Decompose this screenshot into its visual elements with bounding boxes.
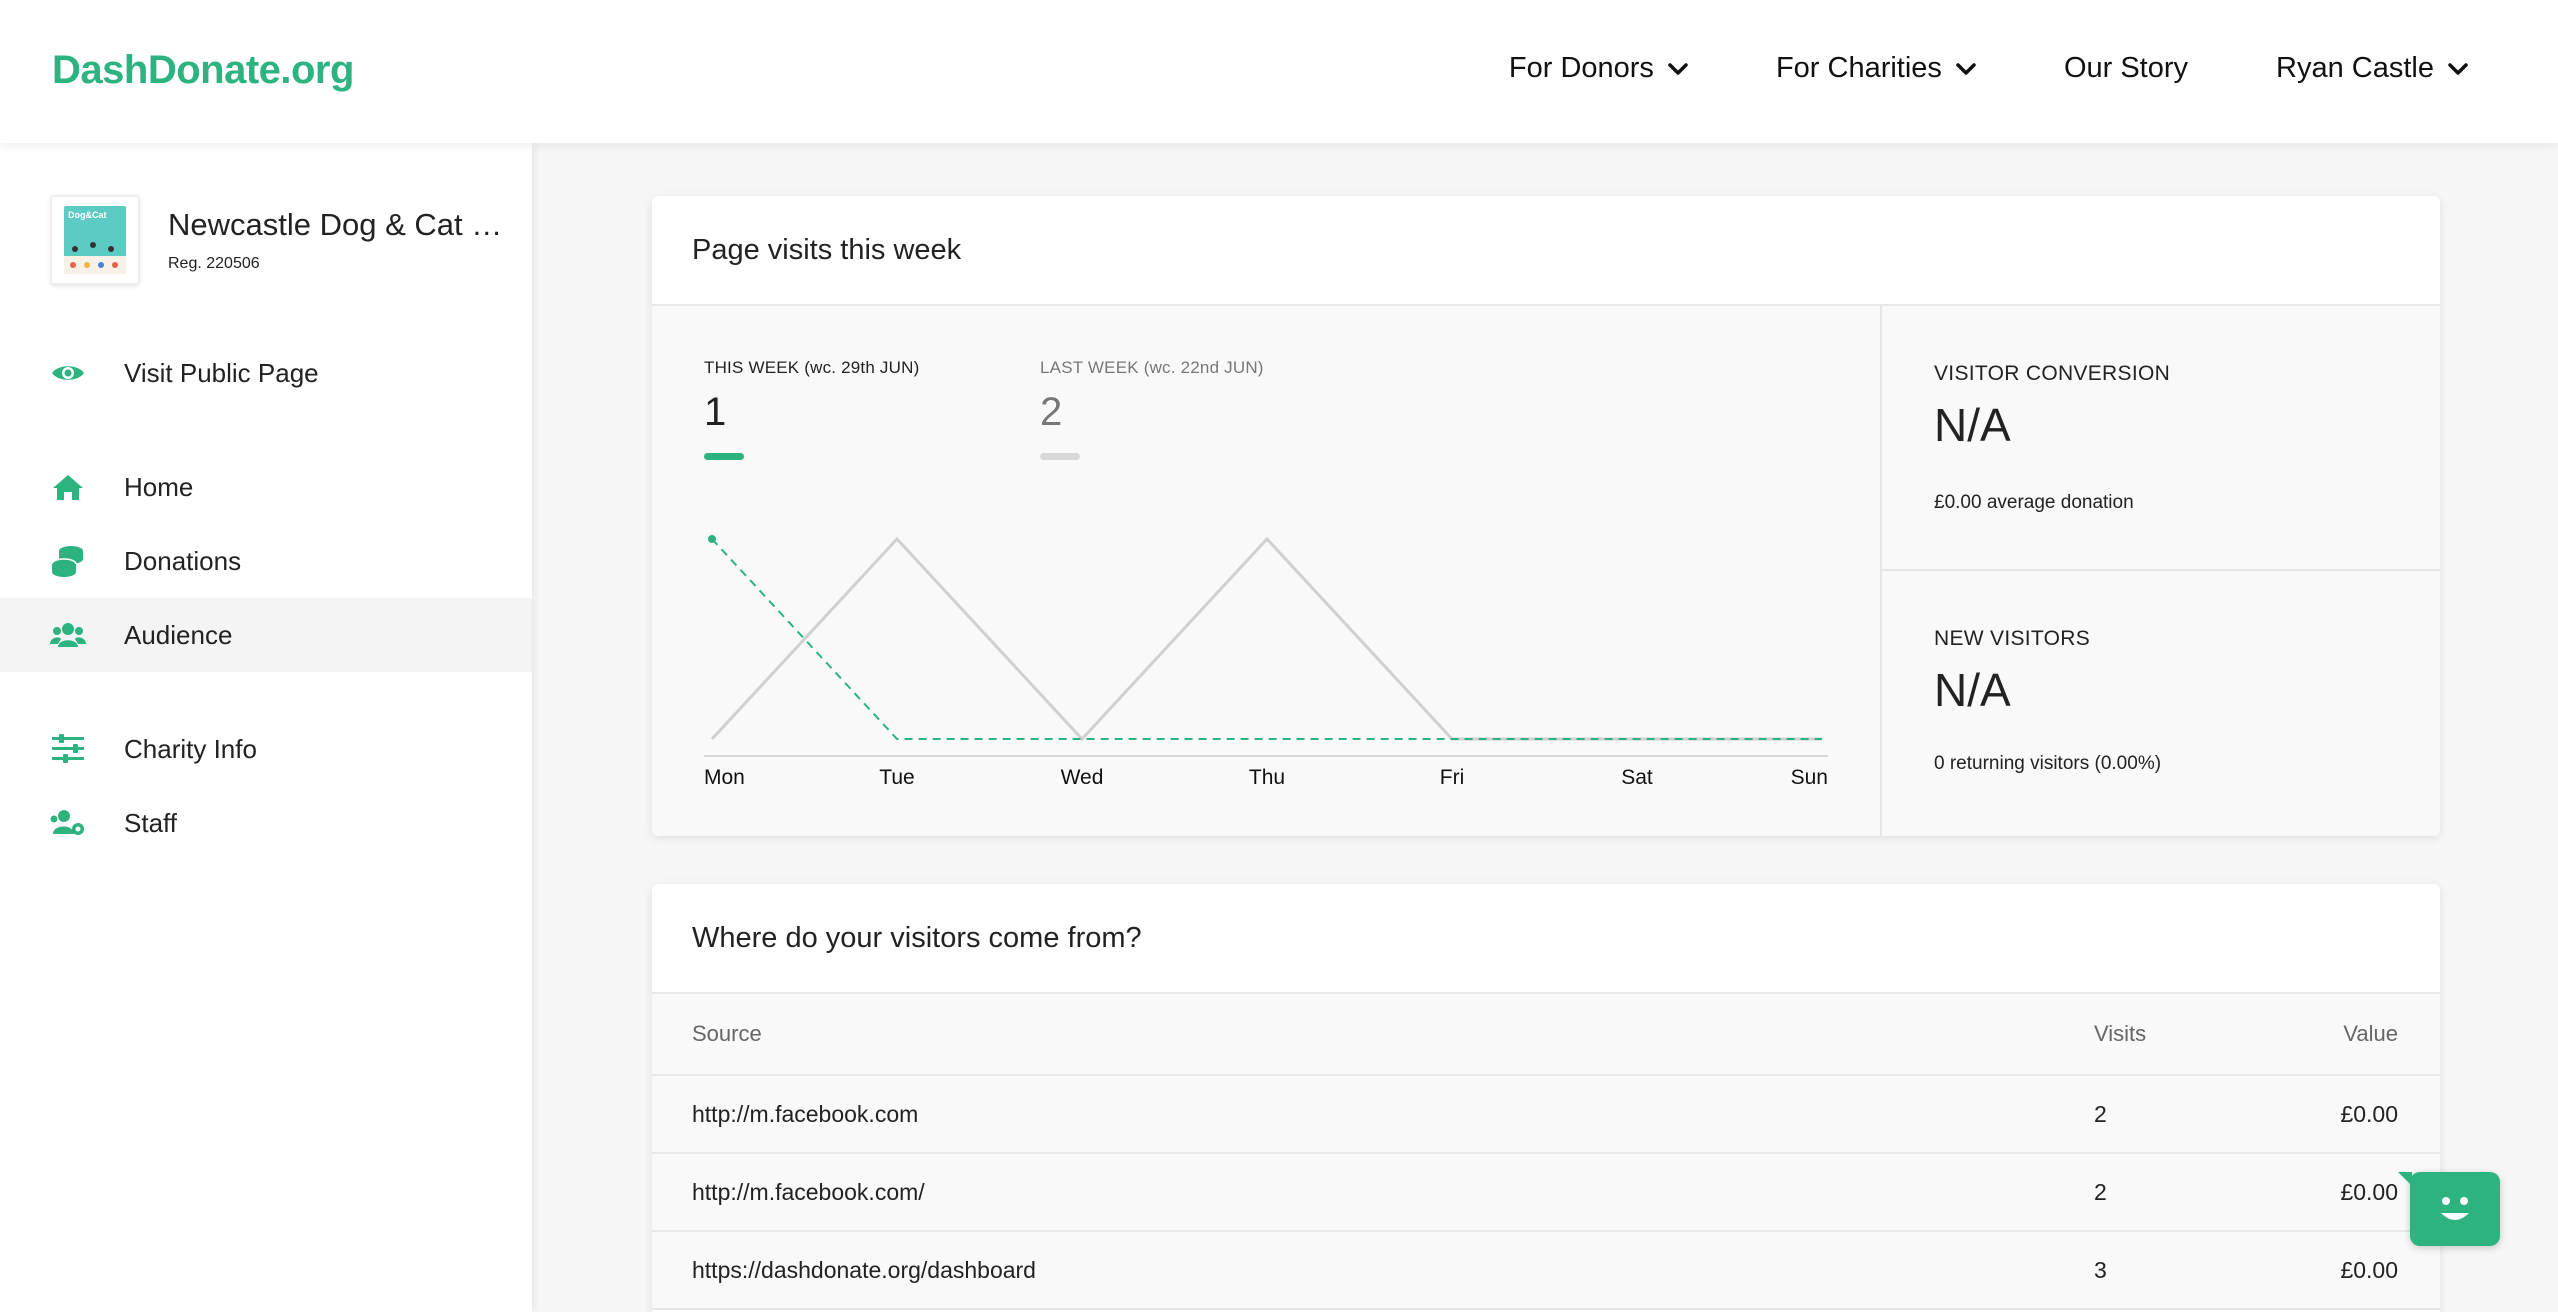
sidebar-item-label: Audience: [124, 619, 233, 650]
source-url: http://m.facebook.com/: [692, 1178, 925, 1205]
page-visits-card: Page visits this week THIS WEEK (wc. 29t…: [652, 196, 2440, 836]
sidebar-item-label: Visit Public Page: [124, 357, 319, 388]
nav-for-charities[interactable]: For Charities: [1776, 52, 1976, 85]
sidebar-item-label: Home: [124, 471, 194, 502]
nav-for-donors[interactable]: For Donors: [1509, 52, 1688, 85]
sidebar: Dog&Cat Newcastle Dog & Cat … Reg. 22050…: [0, 143, 532, 1312]
visitor-sources-card: Where do your visitors come from? Source…: [652, 884, 2440, 1312]
sidebar-item-charity-info[interactable]: Charity Info: [0, 712, 532, 786]
x-tick-label: Thu: [1249, 766, 1285, 789]
chevron-down-icon: [1956, 62, 1976, 75]
new-visitors-value: N/A: [1934, 664, 2011, 716]
column-header-source: Source: [692, 1021, 762, 1046]
main-nav: For Donors For Charities Our Story Ryan …: [1421, 52, 2468, 85]
visits-line-chart: Mon Tue Wed Thu Fri Sat Sun: [704, 535, 1828, 789]
home-icon: [50, 469, 86, 505]
visitor-conversion-block: VISITOR CONVERSION N/A £0.00 average don…: [1882, 306, 2440, 571]
sidebar-item-audience[interactable]: Audience: [0, 598, 532, 672]
charity-logo: Dog&Cat: [50, 195, 140, 285]
smiley-chat-icon: [2441, 1197, 2469, 1220]
visitor-stats: VISITOR CONVERSION N/A £0.00 average don…: [1880, 306, 2440, 836]
sources-table: Source Visits Value http://m.facebook.co…: [652, 994, 2440, 1310]
nav-user-name: Ryan Castle: [2276, 52, 2434, 84]
sidebar-item-label: Donations: [124, 545, 242, 576]
nav-our-story-label: Our Story: [2063, 52, 2189, 84]
users-cog-icon: [50, 805, 86, 841]
table-row: http://m.facebook.com 2 £0.00: [652, 1076, 2440, 1154]
returning-visitors-text: 0 returning visitors (0.00%): [1934, 753, 2162, 774]
visitor-conversion-label: VISITOR CONVERSION: [1934, 362, 2171, 385]
charity-reg-number: Reg. 220506: [168, 255, 260, 272]
nav-for-donors-label: For Donors: [1508, 52, 1654, 84]
eye-icon: [50, 355, 86, 391]
site-logo[interactable]: DashDonate.org: [52, 48, 354, 93]
new-visitors-label: NEW VISITORS: [1934, 627, 2091, 650]
sidebar-item-home[interactable]: Home: [0, 450, 532, 524]
column-header-value: Value: [2343, 1021, 2398, 1046]
visitor-conversion-value: N/A: [1934, 399, 2011, 451]
source-visits: 2: [2094, 1100, 2107, 1127]
nav-our-story[interactable]: Our Story: [2064, 52, 2188, 85]
table-row: https://dashdonate.org/dashboard 3 £0.00: [652, 1232, 2440, 1310]
source-visits: 2: [2094, 1178, 2107, 1205]
charity-header: Dog&Cat Newcastle Dog & Cat … Reg. 22050…: [50, 195, 502, 285]
series-line-this-week: [711, 538, 1822, 740]
top-navbar: DashDonate.org For Donors For Charities …: [0, 0, 2558, 143]
sidebar-item-staff[interactable]: Staff: [0, 786, 532, 860]
source-url: http://m.facebook.com: [692, 1100, 919, 1127]
average-donation-text: £0.00 average donation: [1934, 492, 2134, 513]
source-visits: 3: [2094, 1256, 2107, 1283]
column-header-visits: Visits: [2094, 1021, 2147, 1046]
sidebar-item-label: Staff: [124, 807, 178, 838]
x-tick-label: Sun: [1791, 766, 1828, 789]
coins-icon: [50, 543, 86, 579]
x-tick-label: Tue: [879, 766, 914, 789]
series-line-last-week: [710, 536, 1822, 742]
users-icon: [50, 617, 86, 653]
page-visits-title: Page visits this week: [652, 196, 2440, 306]
sliders-icon: [50, 731, 86, 767]
sidebar-item-donations[interactable]: Donations: [0, 524, 532, 598]
chevron-down-icon: [1668, 62, 1688, 75]
charity-logo-text: Dog&Cat: [68, 210, 107, 220]
chat-widget-button[interactable]: [2398, 1172, 2500, 1246]
source-value: £0.00: [2340, 1100, 2398, 1127]
x-tick-label: Sat: [1621, 766, 1653, 789]
x-tick-label: Fri: [1440, 766, 1465, 789]
visitor-sources-title: Where do your visitors come from?: [652, 884, 2440, 994]
source-value: £0.00: [2340, 1178, 2398, 1205]
table-row: http://m.facebook.com/ 2 £0.00: [652, 1154, 2440, 1232]
data-point-marker: [708, 535, 716, 543]
source-value: £0.00: [2340, 1256, 2398, 1283]
sidebar-item-visit-public-page[interactable]: Visit Public Page: [0, 336, 532, 410]
visits-chart-area: THIS WEEK (wc. 29th JUN) 1 LAST WEEK (wc…: [652, 306, 1880, 836]
source-url: https://dashdonate.org/dashboard: [692, 1256, 1036, 1283]
nav-user-menu[interactable]: Ryan Castle: [2276, 52, 2468, 85]
x-tick-label: Wed: [1061, 766, 1104, 789]
nav-for-charities-label: For Charities: [1775, 52, 1942, 84]
x-tick-label: Mon: [704, 766, 745, 789]
new-visitors-block: NEW VISITORS N/A 0 returning visitors (0…: [1882, 571, 2440, 836]
charity-name: Newcastle Dog & Cat …: [168, 207, 503, 242]
sidebar-item-label: Charity Info: [124, 733, 257, 764]
table-header: Source Visits Value: [652, 994, 2440, 1076]
chevron-down-icon: [2448, 62, 2468, 75]
